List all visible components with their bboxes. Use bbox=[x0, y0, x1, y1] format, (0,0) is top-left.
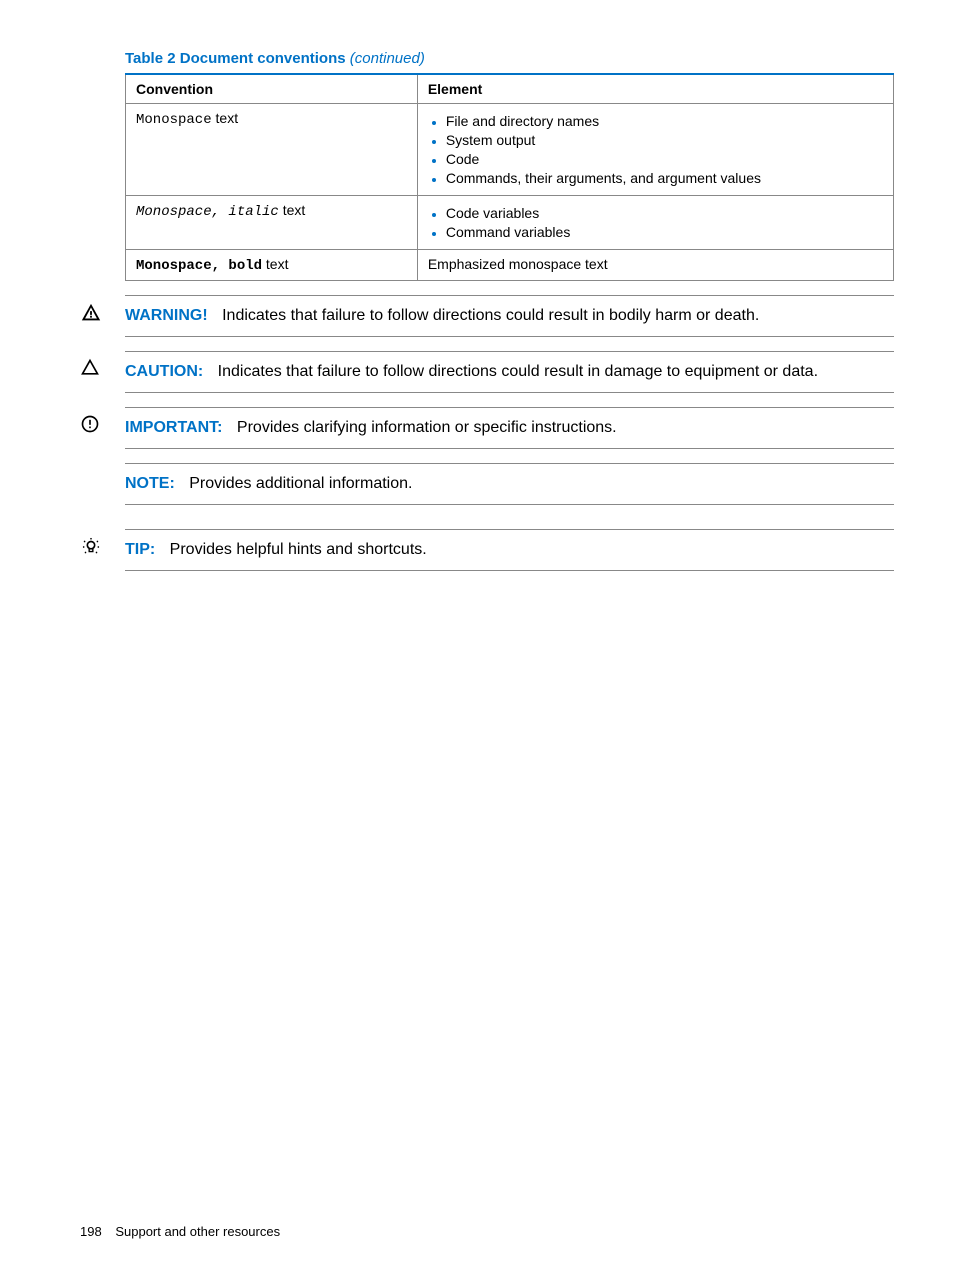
element-cell: File and directory names System output C… bbox=[417, 104, 893, 196]
warning-icon bbox=[80, 302, 102, 324]
plain-text: text bbox=[279, 202, 305, 218]
table-caption-title: Table 2 Document conventions bbox=[125, 50, 346, 67]
list-item: Command variables bbox=[446, 224, 883, 240]
tip-text: Provides helpful hints and shortcuts. bbox=[170, 541, 427, 558]
caution-text: Indicates that failure to follow directi… bbox=[218, 363, 818, 380]
page-footer: 198 Support and other resources bbox=[80, 1224, 280, 1239]
warning-text: Indicates that failure to follow directi… bbox=[222, 307, 759, 324]
element-cell: Emphasized monospace text bbox=[417, 250, 893, 281]
page: Table 2 Document conventions (continued)… bbox=[0, 0, 954, 1271]
caution-icon bbox=[80, 358, 102, 380]
table-row: Monospace, bold text Emphasized monospac… bbox=[126, 250, 894, 281]
convention-cell: Monospace text bbox=[126, 104, 418, 196]
table-caption-continued: (continued) bbox=[350, 50, 425, 67]
tip-icon bbox=[80, 536, 102, 558]
important-icon bbox=[80, 414, 102, 436]
document-conventions-table: Convention Element Monospace text File a… bbox=[125, 73, 894, 281]
note-label: NOTE: bbox=[125, 475, 175, 492]
warning-label: WARNING! bbox=[125, 307, 208, 324]
list-item: Code variables bbox=[446, 205, 883, 221]
list-item: File and directory names bbox=[446, 113, 883, 129]
table-caption: Table 2 Document conventions (continued) bbox=[125, 50, 894, 67]
convention-cell: Monospace, bold text bbox=[126, 250, 418, 281]
tip-callout: TIP: Provides helpful hints and shortcut… bbox=[125, 529, 894, 571]
plain-text: text bbox=[262, 256, 288, 272]
note-callout: NOTE: Provides additional information. bbox=[125, 463, 894, 505]
list-item: Code bbox=[446, 151, 883, 167]
important-label: IMPORTANT: bbox=[125, 419, 222, 436]
element-list: File and directory names System output C… bbox=[428, 113, 883, 186]
monospace-italic-text: Monospace, italic bbox=[136, 204, 279, 220]
table-row: Monospace text File and directory names … bbox=[126, 104, 894, 196]
convention-cell: Monospace, italic text bbox=[126, 196, 418, 250]
content-column: Table 2 Document conventions (continued)… bbox=[125, 50, 894, 571]
table-header-convention: Convention bbox=[126, 74, 418, 104]
page-number: 198 bbox=[80, 1224, 102, 1239]
element-cell: Code variables Command variables bbox=[417, 196, 893, 250]
list-item: System output bbox=[446, 132, 883, 148]
caution-callout: CAUTION: Indicates that failure to follo… bbox=[125, 351, 894, 393]
warning-callout: WARNING! Indicates that failure to follo… bbox=[125, 295, 894, 337]
caution-label: CAUTION: bbox=[125, 363, 203, 380]
table-header-element: Element bbox=[417, 74, 893, 104]
table-header-row: Convention Element bbox=[126, 74, 894, 104]
monospace-bold-text: Monospace, bold bbox=[136, 258, 262, 274]
important-text: Provides clarifying information or speci… bbox=[237, 419, 617, 436]
table-row: Monospace, italic text Code variables Co… bbox=[126, 196, 894, 250]
tip-label: TIP: bbox=[125, 541, 155, 558]
note-text: Provides additional information. bbox=[189, 475, 412, 492]
list-item: Commands, their arguments, and argument … bbox=[446, 170, 883, 186]
plain-text: text bbox=[212, 110, 238, 126]
monospace-text: Monospace bbox=[136, 112, 212, 128]
footer-section: Support and other resources bbox=[115, 1224, 280, 1239]
element-list: Code variables Command variables bbox=[428, 205, 883, 240]
important-callout: IMPORTANT: Provides clarifying informati… bbox=[125, 407, 894, 449]
